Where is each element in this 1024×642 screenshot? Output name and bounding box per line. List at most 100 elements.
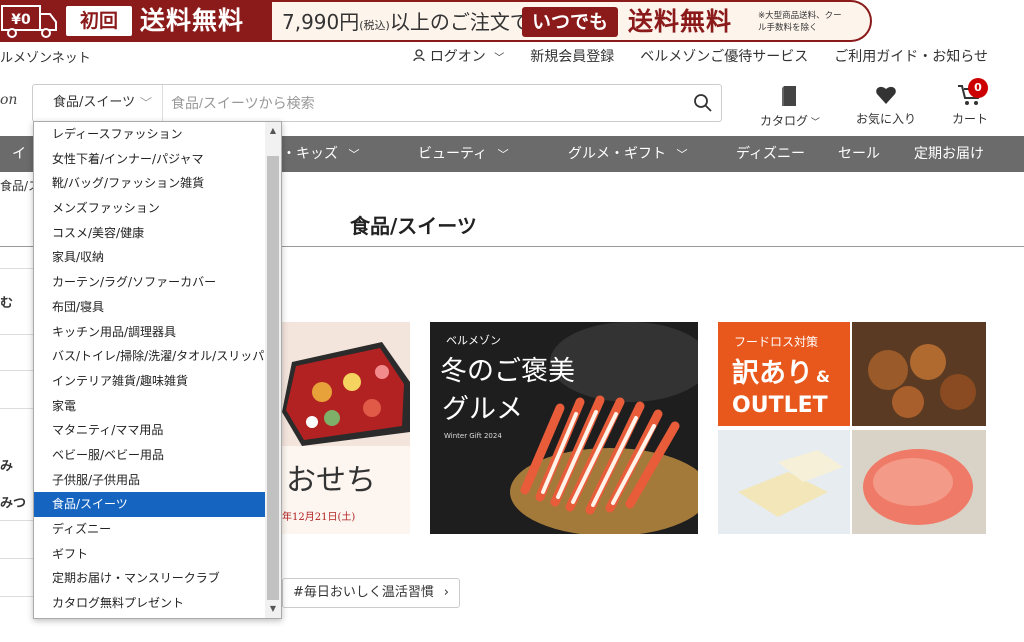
chevron-down-icon: ﹀ <box>497 148 509 161</box>
cart-count-badge: 0 <box>968 78 988 98</box>
outlet-image: フードロス対策 訳あり & OUTLET <box>718 322 986 534</box>
category-option[interactable]: コスメ/美容/健康 <box>34 221 266 246</box>
page-title: 食品/スイーツ <box>350 214 477 238</box>
user-icon <box>413 49 426 62</box>
benefits-link[interactable]: ベルメゾンご優待サービス <box>640 46 808 66</box>
outlet-wakeari: 訳あり <box>732 357 813 389</box>
nav-label: ディズニー <box>736 146 806 162</box>
category-option[interactable]: ギフト <box>34 542 266 567</box>
category-option[interactable]: 子供服/子供用品 <box>34 468 266 493</box>
category-option[interactable]: バス/トイレ/掃除/洗濯/タオル/スリッパ <box>34 344 266 369</box>
scrollbar-thumb[interactable] <box>267 156 279 600</box>
nav-item-disney[interactable]: ディズニー <box>736 136 805 172</box>
nav-label: 定期お届け <box>914 146 984 162</box>
chevron-right-icon: › <box>443 585 449 600</box>
login-link[interactable]: ログオン ﹀ <box>413 46 504 66</box>
category-select[interactable]: 食品/スイーツ ﹀ <box>33 85 163 121</box>
top-links: ログオン ﹀ 新規会員登録 ベルメゾンご優待サービス ご利用ガイド・お知らせ <box>413 46 988 66</box>
free-shipping-text-2: 送料無料 <box>628 7 733 36</box>
gourmet-title-2: グルメ <box>442 394 523 425</box>
promo-right-panel: 7,990円(税込)以上のご注文で いつでも 送料無料 ※大型商品送料、クール手… <box>272 0 872 42</box>
heart-icon <box>876 86 896 104</box>
favorites-label: お気に入り <box>856 112 917 126</box>
crab-image: ベルメゾン 冬のご褒美 グルメ Winter Gift 2024 <box>430 322 698 534</box>
tag-label: #毎日おいしく温活習慣 <box>293 585 434 600</box>
category-option[interactable]: 家電 <box>34 394 266 419</box>
nav-item-kids[interactable]: ・キッズ ﹀ <box>282 136 359 172</box>
category-option[interactable]: インテリア雑貨/趣味雑貨 <box>34 369 266 394</box>
category-option[interactable]: 女性下着/インナー/パジャマ <box>34 147 266 172</box>
cart-label: カート <box>952 112 989 126</box>
category-option[interactable]: レディースファッション <box>34 122 266 147</box>
zero-yen-label: ¥0 <box>11 12 31 28</box>
chevron-down-icon: ﹀ <box>808 118 820 128</box>
warm-habit-tag-button[interactable]: #毎日おいしく温活習慣 › <box>282 578 460 608</box>
anytime-badge: いつでも <box>522 7 618 37</box>
scroll-up-icon[interactable]: ▲ <box>265 124 281 138</box>
site-name[interactable]: ルメゾンネット <box>0 47 91 66</box>
category-option[interactable]: 布団/寝具 <box>34 295 266 320</box>
search-input[interactable] <box>163 85 683 121</box>
promo-fine-print: ※大型商品送料、クール手数料を除く <box>758 11 842 33</box>
scroll-down-icon[interactable]: ▼ <box>265 602 281 616</box>
truck-icon: ¥0 <box>1 5 57 38</box>
chevron-down-icon: ﹀ <box>139 96 152 110</box>
outlet-label: OUTLET <box>732 393 828 418</box>
nav-item-beauty[interactable]: ビューティ ﹀ <box>418 136 509 172</box>
category-option[interactable]: ベビー服/ベビー用品 <box>34 443 266 468</box>
above-order-text: 以上のご注文で <box>389 10 530 34</box>
sidebar-item-fragment[interactable]: み <box>0 455 13 474</box>
free-shipping-text: 送料無料 <box>140 6 245 35</box>
sidebar-item-fragment[interactable]: みつ <box>0 492 26 511</box>
category-option[interactable]: カタログ無料プレゼント <box>34 591 266 616</box>
category-option[interactable]: マタニティ/ママ用品 <box>34 418 266 443</box>
winter-gourmet-banner[interactable]: ベルメゾン 冬のご褒美 グルメ Winter Gift 2024 <box>430 322 698 534</box>
search-icon[interactable] <box>693 93 713 113</box>
gourmet-title-1: 冬のご褒美 <box>440 356 575 387</box>
cart-button[interactable]: 0 カート <box>952 78 989 127</box>
nav-item-subscription[interactable]: 定期お届け <box>914 136 984 172</box>
tax-label: (税込) <box>359 19 390 32</box>
nav-item-interior[interactable]: イ <box>12 136 26 172</box>
nav-label: ビューティ <box>418 146 488 162</box>
osechi-image: おせち 年12月21日(土) <box>282 322 410 534</box>
nav-label: イ <box>12 146 26 162</box>
category-options: レディースファッション 女性下着/インナー/パジャマ 靴/バッグ/ファッション雑… <box>34 122 266 616</box>
first-time-badge: 初回 <box>66 6 132 36</box>
nav-item-sale[interactable]: セール <box>838 136 880 172</box>
catalog-label: カタログ <box>760 114 809 128</box>
chevron-down-icon: ﹀ <box>676 148 688 161</box>
catalog-icon <box>781 86 796 106</box>
favorites-button[interactable]: お気に入り <box>856 84 916 127</box>
nav-label: ・キッズ <box>282 146 338 162</box>
category-option[interactable]: ディズニー <box>34 517 266 542</box>
osechi-banner[interactable]: おせち 年12月21日(土) <box>282 322 410 534</box>
dropdown-scrollbar[interactable]: ▲ ▼ <box>265 122 281 618</box>
chevron-down-icon: ﹀ <box>494 53 505 64</box>
search-bar: 食品/スイーツ ﹀ <box>32 84 722 122</box>
category-option[interactable]: 定期お届け・マンスリークラブ <box>34 566 266 591</box>
nav-label: グルメ・ギフト <box>568 146 666 162</box>
category-dropdown[interactable]: レディースファッション 女性下着/インナー/パジャマ 靴/バッグ/ファッション雑… <box>33 121 282 619</box>
category-select-value: 食品/スイーツ <box>53 95 136 110</box>
price-value: 7,990円 <box>282 10 360 34</box>
nav-label: セール <box>838 146 880 162</box>
gourmet-subtitle: Winter Gift 2024 <box>444 432 502 440</box>
register-link[interactable]: 新規会員登録 <box>530 46 614 66</box>
category-option[interactable]: 家具/収納 <box>34 245 266 270</box>
category-option[interactable]: 靴/バッグ/ファッション雑貨 <box>34 171 266 196</box>
guide-link[interactable]: ご利用ガイド・お知らせ <box>834 46 988 66</box>
gourmet-brand: ベルメゾン <box>446 334 501 347</box>
category-option[interactable]: カーテン/ラグ/ソファーカバー <box>34 270 266 295</box>
sidebar-item-fragment[interactable]: む <box>0 292 13 311</box>
outlet-banner[interactable]: フードロス対策 訳あり & OUTLET <box>718 322 986 534</box>
promo-left-panel: ¥0 初回 送料無料 <box>0 0 272 42</box>
catalog-button[interactable]: カタログ ﹀ <box>760 84 820 129</box>
promo-banner[interactable]: ¥0 初回 送料無料 7,990円(税込)以上のご注文で いつでも 送料無料 ※… <box>0 0 872 42</box>
logo-fragment[interactable]: on <box>0 92 17 108</box>
chevron-down-icon: ﹀ <box>348 148 360 161</box>
category-option-selected[interactable]: 食品/スイーツ <box>34 492 266 517</box>
category-option[interactable]: キッチン用品/調理器具 <box>34 320 266 345</box>
category-option[interactable]: メンズファッション <box>34 196 266 221</box>
nav-item-gourmet[interactable]: グルメ・ギフト ﹀ <box>568 136 687 172</box>
